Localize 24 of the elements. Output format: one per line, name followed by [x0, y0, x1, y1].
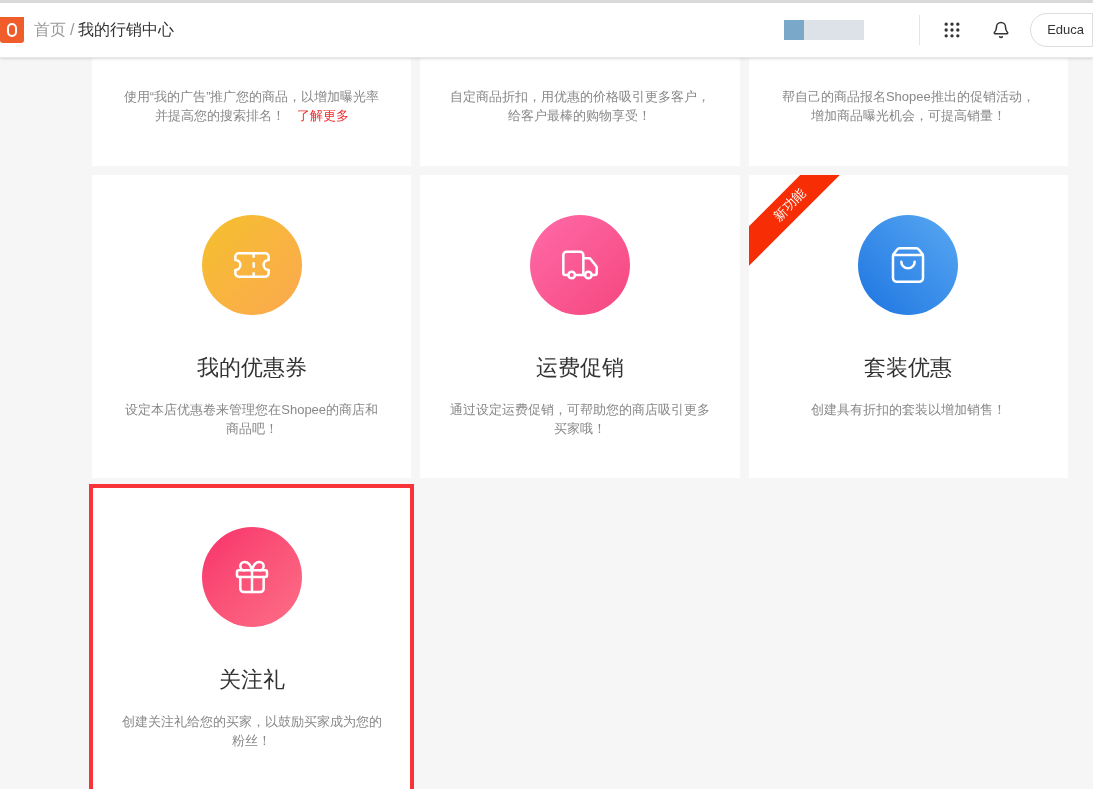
- promotion-card[interactable]: 我的优惠券 设定本店优惠卷来管理您在Shopee的商店和商品吧！: [92, 175, 412, 478]
- card-title: 我的优惠券: [196, 354, 307, 382]
- card-description: 创建具有折扣的套装以增加销售！: [809, 401, 1007, 419]
- card-description: 创建关注礼给您的买家，以鼓励买家成为您的粉丝！: [121, 713, 382, 750]
- card-title: 运费促销: [536, 354, 624, 382]
- promotion-card[interactable]: 运费促销 通过设定运费促销，可帮助您的商店吸引更多买家哦！: [420, 175, 740, 478]
- account-button[interactable]: Educa: [1030, 13, 1093, 47]
- card-title: 关注礼: [218, 666, 285, 694]
- card-title: 套装优惠: [864, 354, 953, 382]
- card-description: 通过设定运费促销，可帮助您的商店吸引更多买家哦！: [450, 401, 710, 438]
- promotion-card[interactable]: 新功能 套装优惠 创建具有折扣的套装以增加销售！: [748, 175, 1068, 478]
- promotion-card[interactable]: 关注礼 创建关注礼给您的买家，以鼓励买家成为您的粉丝！: [92, 487, 412, 789]
- card-description: 设定本店优惠卷来管理您在Shopee的商店和商品吧！: [124, 401, 380, 438]
- promotion-card[interactable]: 使用“我的广告”推广您的商品，以增加曝光率并提高您的搜索排名！ 了解更多: [92, 58, 412, 166]
- promotion-card[interactable]: 自定商品折扣，用优惠的价格吸引更多客户，给客户最棒的购物享受！: [420, 58, 740, 166]
- learn-more-link[interactable]: 了解更多: [296, 108, 349, 123]
- breadcrumb-link[interactable]: 我的行销中心: [78, 18, 175, 42]
- promotion-card[interactable]: 帮自己的商品报名Shopee推出的促销活动，增加商品曝光机会，可提高销量！: [748, 58, 1068, 166]
- notification-icon[interactable]: [992, 21, 1011, 39]
- breadcrumb-separator: /: [70, 20, 75, 40]
- card-description: 使用“我的广告”推广您的商品，以增加曝光率并提高您的搜索排名！ 了解更多: [122, 88, 381, 125]
- card-description: 帮自己的商品报名Shopee推出的促销活动，增加商品曝光机会，可提高销量！: [780, 88, 1036, 125]
- shop-logo[interactable]: [0, 17, 24, 43]
- card-description: 自定商品折扣，用优惠的价格吸引更多客户，给客户最棒的购物享受！: [450, 88, 710, 125]
